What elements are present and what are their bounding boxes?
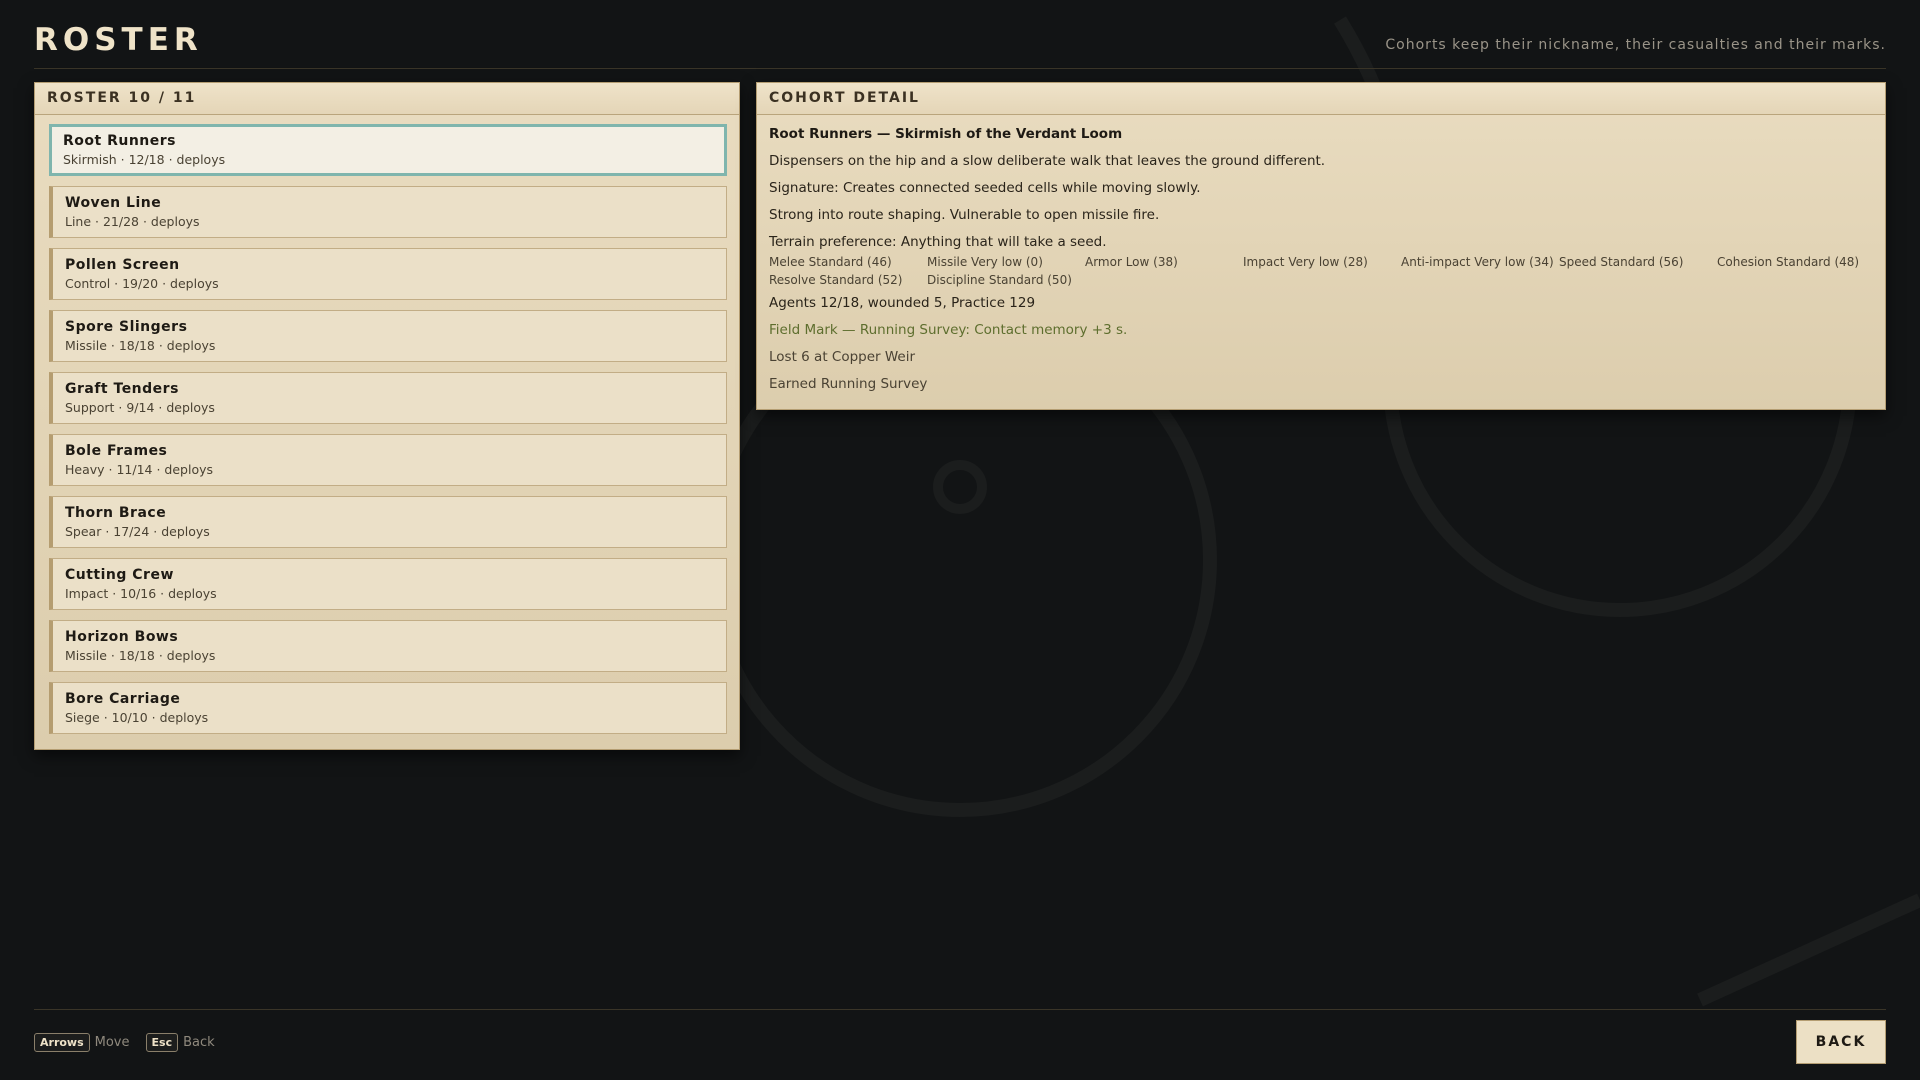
detail-strengths: Strong into route shaping. Vulnerable to… <box>769 207 1160 223</box>
stats-grid: Melee Standard (46) Missile Very low (0)… <box>769 254 1869 288</box>
detail-signature: Signature: Creates connected seeded cell… <box>769 180 1201 196</box>
esc-key-label: Back <box>183 1035 215 1050</box>
history-entry: Lost 6 at Copper Weir <box>769 349 916 365</box>
cohort-detail-panel: COHORT DETAIL Root Runners — Skirmish of… <box>756 82 1886 410</box>
cohort-summary: Line · 21/28 · deploys <box>65 214 200 229</box>
stat-discipline: Discipline Standard (50) <box>927 273 1072 287</box>
stat-resolve: Resolve Standard (52) <box>769 273 903 287</box>
cohort-summary: Siege · 10/10 · deploys <box>65 710 209 725</box>
detail-field-mark: Field Mark — Running Survey: Contact mem… <box>769 322 1128 338</box>
detail-body: Root Runners — Skirmish of the Verdant L… <box>769 125 1869 402</box>
detail-heading: COHORT DETAIL <box>757 83 1885 115</box>
key-hints: Arrows Move Esc Back <box>34 1032 231 1054</box>
roster-item[interactable]: Thorn Brace Spear · 17/24 · deploys <box>49 496 727 548</box>
roster-item[interactable]: Bole Frames Heavy · 11/14 · deploys <box>49 434 727 486</box>
back-button[interactable]: BACK <box>1796 1020 1886 1064</box>
cohort-name: Thorn Brace <box>65 505 167 521</box>
roster-panel: ROSTER 10 / 11 Root Runners Skirmish · 1… <box>34 82 740 750</box>
stat-impact: Impact Very low (28) <box>1243 255 1368 269</box>
cohort-name: Bole Frames <box>65 443 168 459</box>
cohort-name: Spore Slingers <box>65 319 188 335</box>
arrows-key-label: Move <box>94 1035 130 1050</box>
cohort-name: Woven Line <box>65 195 162 211</box>
cohort-summary: Support · 9/14 · deploys <box>65 400 215 415</box>
cohort-summary: Spear · 17/24 · deploys <box>65 524 210 539</box>
cohort-summary: Missile · 18/18 · deploys <box>65 338 216 353</box>
roster-item[interactable]: Bore Carriage Siege · 10/10 · deploys <box>49 682 727 734</box>
cohort-name: Bore Carriage <box>65 691 181 707</box>
cohort-summary: Missile · 18/18 · deploys <box>65 648 216 663</box>
stat-missile: Missile Very low (0) <box>927 255 1043 269</box>
roster-item[interactable]: Horizon Bows Missile · 18/18 · deploys <box>49 620 727 672</box>
stat-speed: Speed Standard (56) <box>1559 255 1684 269</box>
cohort-summary: Heavy · 11/14 · deploys <box>65 462 213 477</box>
cohort-name: Horizon Bows <box>65 629 179 645</box>
detail-description: Dispensers on the hip and a slow deliber… <box>769 153 1326 169</box>
cohort-name: Cutting Crew <box>65 567 174 583</box>
stat-melee: Melee Standard (46) <box>769 255 892 269</box>
page-title: ROSTER <box>34 22 203 58</box>
roster-item[interactable]: Pollen Screen Control · 19/20 · deploys <box>49 248 727 300</box>
roster-item[interactable]: Graft Tenders Support · 9/14 · deploys <box>49 372 727 424</box>
cohort-name: Graft Tenders <box>65 381 179 397</box>
stat-armor: Armor Low (38) <box>1085 255 1178 269</box>
cohort-summary: Impact · 10/16 · deploys <box>65 586 217 601</box>
stat-anti-impact: Anti-impact Very low (34) <box>1401 255 1554 269</box>
esc-key-badge: Esc <box>145 1033 179 1052</box>
footer-divider <box>34 1009 1886 1010</box>
cohort-summary: Control · 19/20 · deploys <box>65 276 219 291</box>
cohort-name: Root Runners <box>63 133 176 149</box>
arrows-key-badge: Arrows <box>34 1033 90 1052</box>
cohort-name: Pollen Screen <box>65 257 180 273</box>
page-tagline: Cohorts keep their nickname, their casua… <box>1385 37 1886 53</box>
header: ROSTER Cohorts keep their nickname, thei… <box>34 0 1886 69</box>
roster-list: Root Runners Skirmish · 12/18 · deploys … <box>49 124 727 744</box>
cohort-summary: Skirmish · 12/18 · deploys <box>63 152 226 167</box>
roster-item[interactable]: Spore Slingers Missile · 18/18 · deploys <box>49 310 727 362</box>
roster-heading: ROSTER 10 / 11 <box>35 83 739 115</box>
history-entry: Earned Running Survey <box>769 376 928 392</box>
roster-item[interactable]: Root Runners Skirmish · 12/18 · deploys <box>49 124 727 176</box>
stat-cohesion: Cohesion Standard (48) <box>1717 255 1860 269</box>
detail-agents: Agents 12/18, wounded 5, Practice 129 <box>769 295 1036 311</box>
roster-item[interactable]: Woven Line Line · 21/28 · deploys <box>49 186 727 238</box>
roster-item[interactable]: Cutting Crew Impact · 10/16 · deploys <box>49 558 727 610</box>
detail-title: Root Runners — Skirmish of the Verdant L… <box>769 126 1123 142</box>
